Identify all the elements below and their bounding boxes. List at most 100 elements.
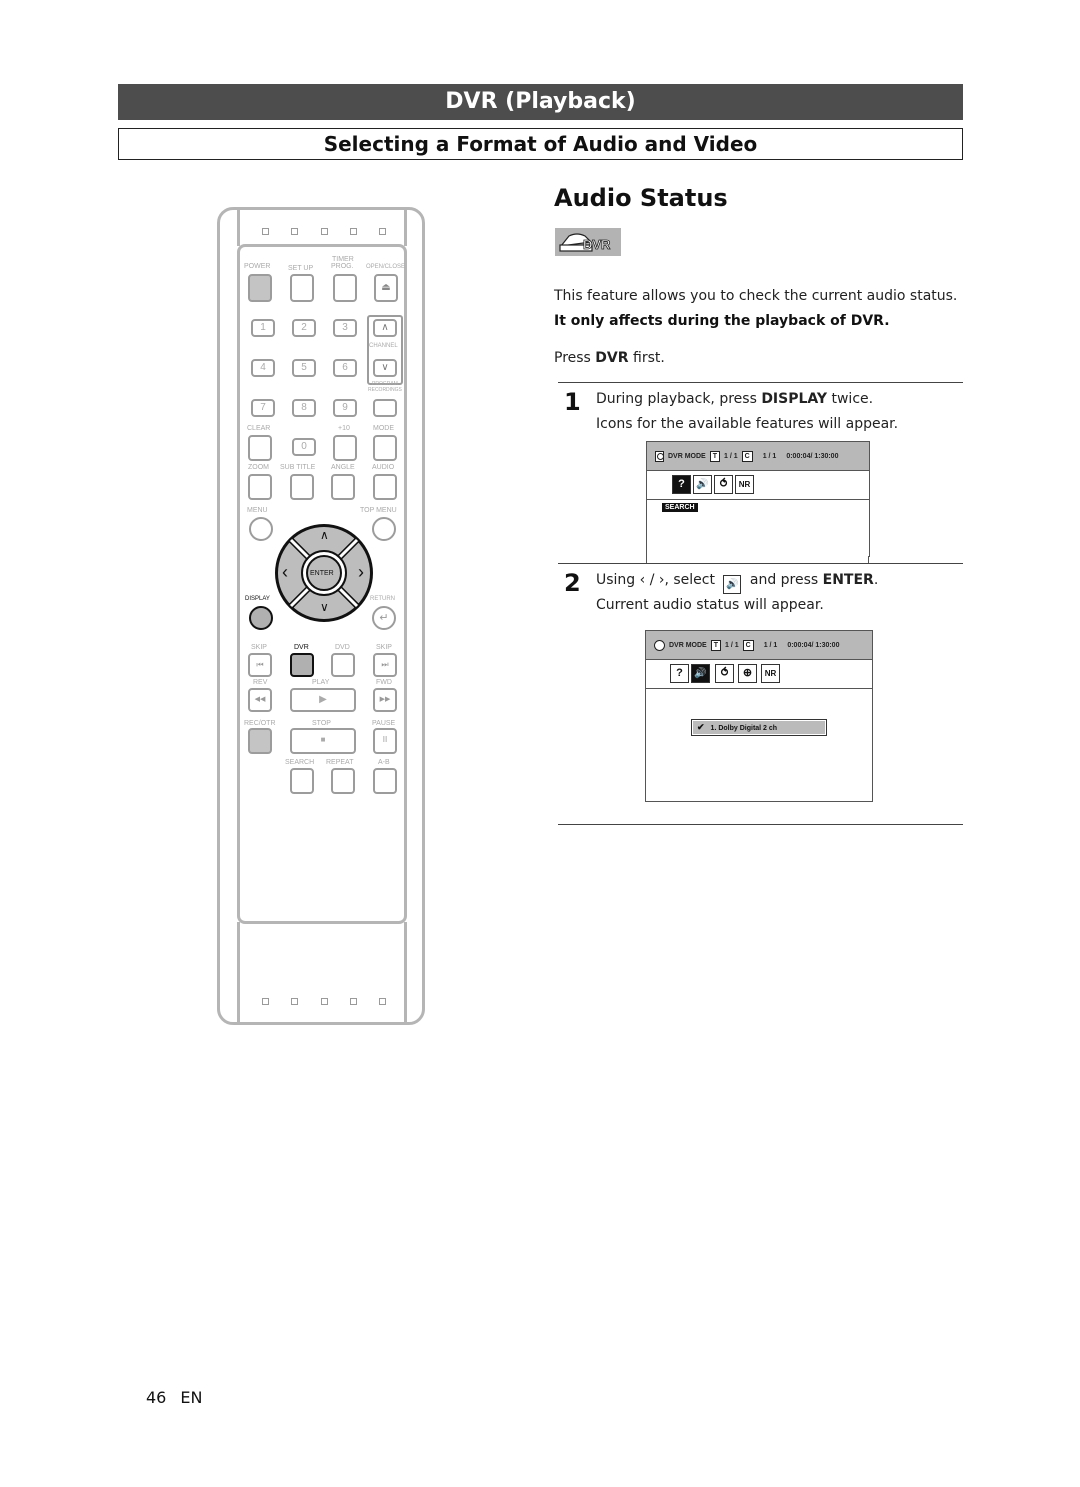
step-key: DISPLAY bbox=[761, 391, 828, 407]
channel-up-button[interactable]: ∧ bbox=[373, 319, 397, 337]
step-key: ENTER bbox=[822, 572, 874, 588]
disc-icon bbox=[655, 450, 664, 462]
skip-back-label: SKIP bbox=[251, 644, 267, 651]
step-2-result: Current audio status will appear. bbox=[596, 597, 824, 613]
indicator-light bbox=[291, 228, 298, 235]
audio-icon[interactable]: 🔊 bbox=[691, 664, 710, 683]
plus10-label: +10 bbox=[338, 425, 350, 432]
zoom-icon[interactable]: ⊕ bbox=[738, 664, 757, 683]
digit-4-button[interactable]: 4 bbox=[251, 359, 275, 377]
dvr-badge-label: DVR bbox=[583, 237, 611, 253]
dvd-label: DVD bbox=[335, 644, 350, 651]
program-recordings-button[interactable] bbox=[373, 399, 397, 417]
audio-track-item[interactable]: ✔ 1. Dolby Digital 2 ch bbox=[691, 719, 827, 736]
audio-button[interactable] bbox=[373, 474, 397, 500]
fwd-button[interactable]: ▶▶ bbox=[373, 688, 397, 712]
dvr-button[interactable] bbox=[290, 653, 314, 677]
digit-5-button[interactable]: 5 bbox=[292, 359, 316, 377]
dpad-down-icon[interactable]: ∨ bbox=[320, 600, 329, 614]
step-1-instruction: During playback, press DISPLAY twice. bbox=[596, 391, 873, 407]
title-count: 1 / 1 bbox=[724, 452, 738, 460]
digit-0-button[interactable]: 0 bbox=[292, 438, 316, 456]
indicator-light bbox=[350, 228, 357, 235]
nr-icon[interactable]: NR bbox=[761, 664, 780, 683]
step-text: . bbox=[873, 572, 879, 588]
eject-button[interactable]: ⏏ bbox=[374, 274, 398, 302]
repeat-icon[interactable]: ⥀ bbox=[714, 475, 733, 494]
enter-button[interactable]: ENTER bbox=[310, 570, 334, 577]
zoom-label: ZOOM bbox=[248, 464, 269, 471]
clear-button[interactable] bbox=[248, 435, 272, 461]
timer-prog-button[interactable] bbox=[333, 274, 357, 302]
skip-back-button[interactable]: ⏮ bbox=[248, 653, 272, 677]
dpad-right-icon[interactable]: › bbox=[358, 562, 364, 583]
zoom-button[interactable] bbox=[248, 474, 272, 500]
digit-8-button[interactable]: 8 bbox=[292, 399, 316, 417]
osd-mode-label: DVR MODE bbox=[668, 452, 706, 460]
title-icon: T bbox=[709, 450, 721, 462]
angle-label: ANGLE bbox=[331, 464, 355, 471]
angle-button[interactable] bbox=[331, 474, 355, 500]
play-label: PLAY bbox=[312, 679, 330, 686]
open-close-label: OPEN/CLOSE bbox=[366, 264, 406, 270]
repeat-label: REPEAT bbox=[326, 759, 354, 766]
dpad-left-icon[interactable]: ‹ bbox=[282, 562, 288, 583]
osd-icon-row: ? 🔊 ⥀ ⊕ NR bbox=[646, 660, 872, 689]
pause-button[interactable]: II bbox=[373, 728, 397, 754]
top-menu-button[interactable] bbox=[372, 517, 396, 541]
indicator-light bbox=[379, 228, 386, 235]
stop-button[interactable]: ■ bbox=[290, 728, 356, 754]
left-right-arrows-icon: ‹ / › bbox=[639, 572, 665, 588]
display-label: DISPLAY bbox=[245, 596, 270, 602]
mode-button[interactable] bbox=[373, 435, 397, 461]
subtitle-label: SUB TITLE bbox=[280, 464, 316, 471]
digit-1-button[interactable]: 1 bbox=[251, 319, 275, 337]
dvd-button[interactable] bbox=[331, 653, 355, 677]
power-label: POWER bbox=[244, 263, 271, 270]
title-icon: T bbox=[710, 639, 722, 651]
setup-button[interactable] bbox=[290, 274, 314, 302]
menu-button[interactable] bbox=[249, 517, 273, 541]
step-1-result: Icons for the available features will ap… bbox=[596, 416, 899, 432]
step-text: During playback, press bbox=[596, 391, 762, 407]
timer-label: TIMER bbox=[332, 256, 354, 263]
ab-label: A-B bbox=[378, 759, 390, 766]
digit-2-button[interactable]: 2 bbox=[292, 319, 316, 337]
ab-repeat-button[interactable] bbox=[373, 768, 397, 794]
subsection-title: Selecting a Format of Audio and Video bbox=[118, 128, 963, 160]
press-suffix: first. bbox=[628, 350, 665, 366]
search-button[interactable] bbox=[290, 768, 314, 794]
search-label: SEARCH bbox=[285, 759, 315, 766]
digit-6-button[interactable]: 6 bbox=[333, 359, 357, 377]
repeat-button[interactable] bbox=[331, 768, 355, 794]
search-icon[interactable]: ? bbox=[672, 475, 691, 494]
channel-down-button[interactable]: ∨ bbox=[373, 359, 397, 377]
audio-icon[interactable]: 🔊 bbox=[693, 475, 712, 494]
subtitle-button[interactable] bbox=[290, 474, 314, 500]
search-icon[interactable]: ? bbox=[670, 664, 689, 683]
channel-label: CHANNEL bbox=[369, 343, 398, 349]
step-text: Using bbox=[596, 572, 640, 588]
repeat-icon[interactable]: ⥀ bbox=[715, 664, 734, 683]
plus10-button[interactable] bbox=[333, 435, 357, 461]
nr-icon[interactable]: NR bbox=[735, 475, 754, 494]
clear-label: CLEAR bbox=[247, 425, 271, 432]
elapsed-time: 0:00:04/ 1:30:00 bbox=[786, 452, 839, 460]
menu-label: MENU bbox=[247, 507, 268, 514]
play-button[interactable]: ▶ bbox=[290, 688, 356, 712]
rev-button[interactable]: ◀◀ bbox=[248, 688, 272, 712]
digit-3-button[interactable]: 3 bbox=[333, 319, 357, 337]
chapter-icon: C bbox=[741, 450, 753, 462]
return-button[interactable]: ↵ bbox=[372, 606, 396, 630]
digit-7-button[interactable]: 7 bbox=[251, 399, 275, 417]
power-button[interactable] bbox=[248, 274, 272, 302]
digit-9-button[interactable]: 9 bbox=[333, 399, 357, 417]
display-button[interactable] bbox=[249, 606, 273, 630]
rec-otr-button[interactable] bbox=[248, 728, 272, 754]
skip-fwd-button[interactable]: ⏭ bbox=[373, 653, 397, 677]
indicator-light bbox=[291, 998, 298, 1005]
dpad-up-icon[interactable]: ∧ bbox=[320, 528, 329, 542]
osd-status-bar: DVR MODE T 1 / 1 C 1 / 1 0:00:04/ 1:30:0… bbox=[647, 442, 869, 471]
audio-track-selected: ✔ 1. Dolby Digital 2 ch bbox=[693, 721, 825, 734]
skip-back-icon: ⏮ bbox=[256, 660, 264, 669]
